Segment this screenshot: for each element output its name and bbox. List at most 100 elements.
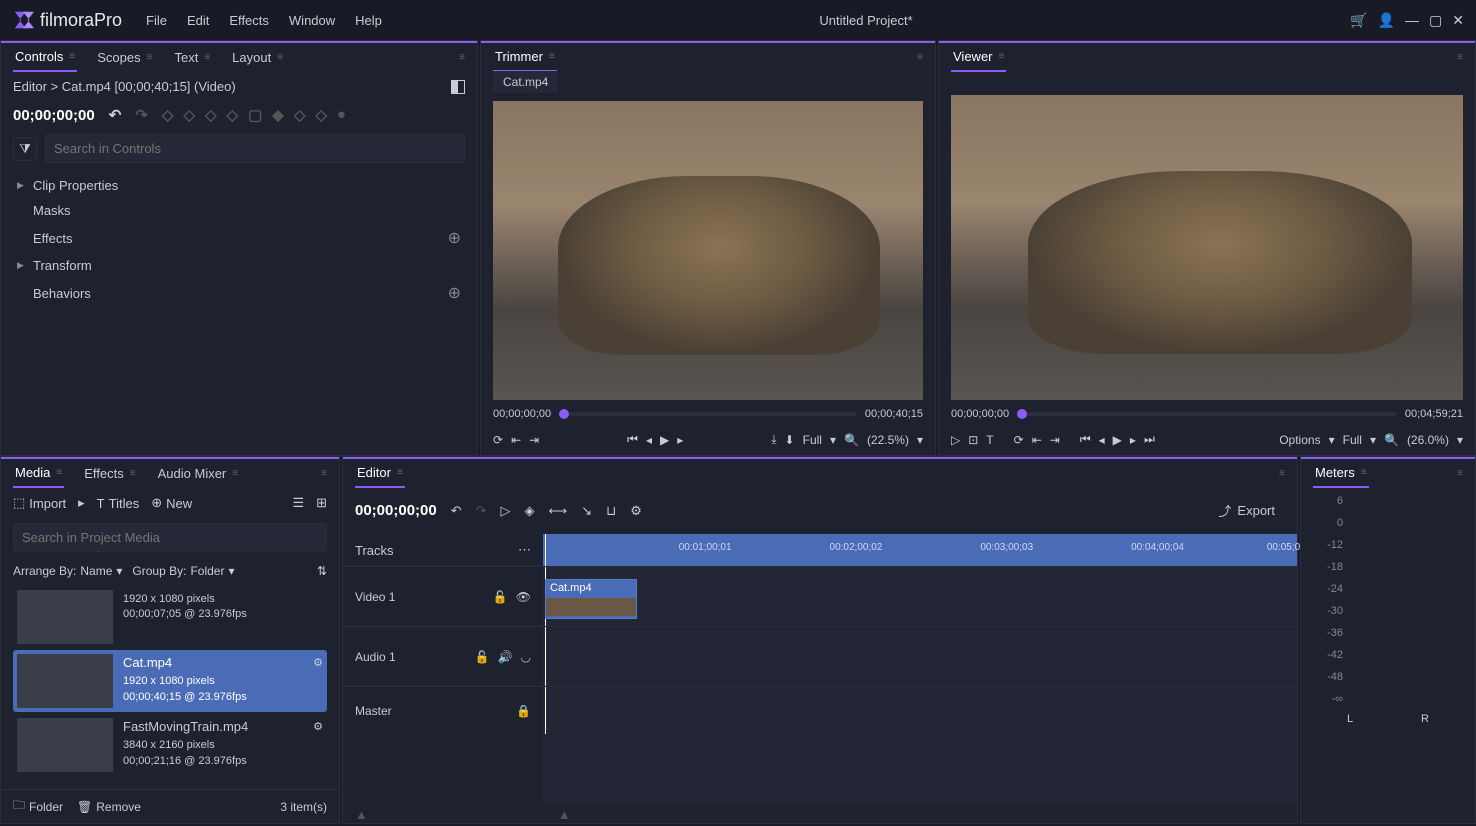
timeline-clip[interactable]: Cat.mp4: [545, 579, 637, 619]
kf-icon[interactable]: ◇: [315, 106, 327, 124]
select-tool-icon[interactable]: ▷: [501, 503, 511, 519]
loop-icon[interactable]: ⟳: [1014, 433, 1024, 447]
more-icon[interactable]: ⋯: [518, 542, 531, 558]
chevron-down-icon[interactable]: ▾: [1329, 433, 1335, 447]
lock-icon[interactable]: 🔓: [475, 650, 490, 664]
split-view-icon[interactable]: [451, 80, 465, 94]
tab-layout[interactable]: Layout≡: [230, 44, 285, 71]
tree-effects[interactable]: Effects⊕: [13, 223, 465, 253]
zoom-out-marker-icon[interactable]: ▲: [355, 807, 368, 822]
panel-menu-icon[interactable]: ≡: [1457, 52, 1463, 63]
export-button[interactable]: ⤴Export: [1208, 497, 1285, 524]
loop-icon[interactable]: ⟳: [493, 433, 503, 447]
gear-icon[interactable]: ⚙: [313, 656, 323, 671]
step-fwd-icon[interactable]: ▸: [677, 433, 683, 447]
undo-icon[interactable]: ↶: [451, 503, 462, 519]
import-button[interactable]: ⬚Import: [13, 495, 66, 511]
in-point-icon[interactable]: ⇤: [511, 433, 521, 447]
out-point-icon[interactable]: ⇥: [529, 433, 539, 447]
text-icon[interactable]: T: [986, 433, 993, 447]
panel-menu-icon[interactable]: ≡: [321, 468, 327, 479]
scale-dropdown[interactable]: Full: [1343, 433, 1362, 447]
kf-icon[interactable]: ◆: [272, 106, 284, 124]
remove-button[interactable]: 🗑Remove: [77, 800, 141, 814]
media-item[interactable]: 1920 x 1080 pixels 00;00;07;05 @ 23.976f…: [13, 586, 327, 648]
insert-icon[interactable]: ⤓: [771, 432, 776, 447]
add-icon[interactable]: ⊕: [448, 228, 461, 248]
search-icon[interactable]: 🔍: [1384, 433, 1399, 447]
redo-icon[interactable]: ↷: [135, 106, 148, 124]
redo-icon[interactable]: ↷: [476, 503, 487, 519]
overwrite-icon[interactable]: ⬇: [785, 433, 795, 447]
volume-icon[interactable]: 🔊: [498, 650, 513, 664]
track-content[interactable]: [543, 627, 1297, 686]
chevron-right-icon[interactable]: ▸: [78, 495, 85, 511]
tab-editor[interactable]: Editor≡: [355, 459, 405, 488]
tab-audio-mixer[interactable]: Audio Mixer≡: [156, 460, 240, 487]
step-back-icon[interactable]: ◂: [1099, 433, 1105, 447]
crop-icon[interactable]: ⊡: [968, 433, 978, 447]
add-icon[interactable]: ⊕: [448, 283, 461, 303]
undo-icon[interactable]: ↶: [109, 106, 122, 124]
trimmer-scrubber[interactable]: [559, 412, 857, 416]
tree-masks[interactable]: Masks: [13, 198, 465, 223]
razor-tool-icon[interactable]: ◈: [525, 503, 535, 519]
gear-icon[interactable]: ⚙: [630, 503, 642, 519]
step-back-icon[interactable]: ◂: [646, 433, 652, 447]
group-dropdown[interactable]: Group By: Folder ▾: [132, 564, 234, 578]
chevron-down-icon[interactable]: ▾: [917, 433, 923, 447]
chevron-down-icon[interactable]: ▾: [1457, 433, 1463, 447]
trimmer-preview[interactable]: [493, 101, 923, 400]
snap-icon[interactable]: ⊔: [606, 503, 616, 519]
track-content[interactable]: Cat.mp4: [543, 567, 1297, 626]
kf-add-icon[interactable]: ◇: [183, 106, 195, 124]
kf-prev-icon[interactable]: ◇: [162, 106, 174, 124]
media-item[interactable]: Cat.mp4 1920 x 1080 pixels 00;00;40;15 @…: [13, 650, 327, 712]
panel-menu-icon[interactable]: ≡: [459, 52, 465, 63]
menu-file[interactable]: File: [146, 13, 167, 28]
tree-behaviors[interactable]: Behaviors⊕: [13, 278, 465, 308]
new-button[interactable]: ⊕New: [151, 495, 192, 511]
options-dropdown[interactable]: Options: [1279, 433, 1320, 447]
tab-controls[interactable]: Controls≡: [13, 43, 77, 72]
tab-meters[interactable]: Meters≡: [1313, 459, 1369, 488]
out-point-icon[interactable]: ⇥: [1050, 433, 1060, 447]
go-start-icon[interactable]: ⏮: [1080, 432, 1091, 447]
go-end-icon[interactable]: ⏭: [1144, 432, 1155, 447]
timeline-ruler[interactable]: 00:01;00;01 00:02;00;02 00:03;00;03 00:0…: [543, 534, 1297, 566]
list-view-icon[interactable]: ☰: [292, 495, 304, 511]
viewer-preview[interactable]: [951, 95, 1463, 400]
playhead[interactable]: [545, 534, 546, 566]
kf-icon[interactable]: ◇: [227, 106, 239, 124]
grid-view-icon[interactable]: ⊞: [316, 495, 327, 511]
titles-button[interactable]: TTitles: [97, 496, 140, 511]
menu-window[interactable]: Window: [289, 13, 335, 28]
panel-menu-icon[interactable]: ≡: [1457, 468, 1463, 479]
trimmer-clip-tab[interactable]: Cat.mp4: [493, 71, 558, 93]
menu-help[interactable]: Help: [355, 13, 382, 28]
viewer-scrubber[interactable]: [1017, 412, 1397, 416]
cart-icon[interactable]: 🛒: [1350, 12, 1367, 29]
rate-tool-icon[interactable]: ↘: [581, 503, 592, 519]
scale-dropdown[interactable]: Full: [803, 433, 822, 447]
kf-icon[interactable]: ●: [337, 106, 346, 124]
kf-next-icon[interactable]: ◇: [205, 106, 217, 124]
zoom-in-marker-icon[interactable]: ▲: [558, 807, 571, 822]
tab-viewer[interactable]: Viewer≡: [951, 43, 1006, 72]
in-point-icon[interactable]: ⇤: [1032, 433, 1042, 447]
filter-icon[interactable]: ⧩: [13, 137, 37, 161]
tab-effects[interactable]: Effects≡: [82, 460, 137, 487]
lock-icon[interactable]: 🔓: [493, 590, 508, 604]
search-icon[interactable]: 🔍: [844, 433, 859, 447]
kf-icon[interactable]: ▢: [248, 106, 262, 124]
panel-menu-icon[interactable]: ≡: [1279, 468, 1285, 479]
sort-icon[interactable]: ⇅: [317, 564, 327, 578]
play-icon[interactable]: ▶: [660, 433, 669, 447]
track-content[interactable]: [543, 687, 1297, 734]
maximize-icon[interactable]: ▢: [1429, 12, 1442, 29]
tab-trimmer[interactable]: Trimmer≡: [493, 43, 557, 72]
controls-timecode[interactable]: 00;00;00;00: [13, 107, 95, 124]
minimize-icon[interactable]: —: [1405, 12, 1419, 28]
tree-clip-properties[interactable]: ▶Clip Properties: [13, 173, 465, 198]
go-start-icon[interactable]: ⏮: [627, 432, 638, 447]
